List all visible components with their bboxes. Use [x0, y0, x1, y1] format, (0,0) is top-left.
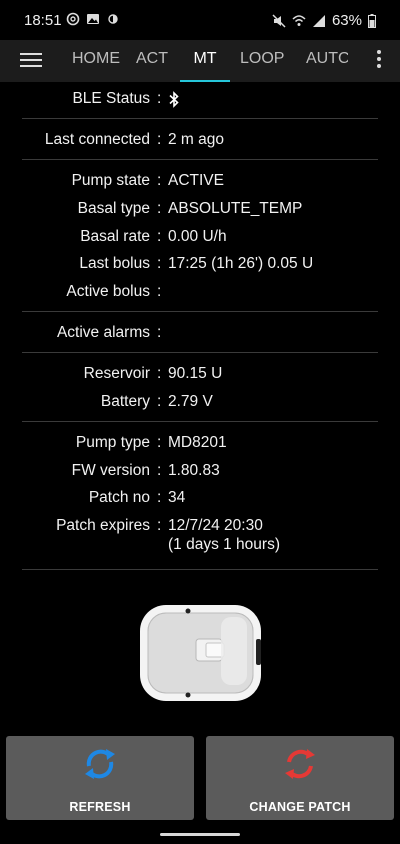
wifi-icon [292, 14, 306, 26]
overflow-menu-icon[interactable] [376, 50, 382, 72]
divider [22, 159, 378, 160]
row-basal-type: Basal type : ABSOLUTE_TEMP [77, 200, 303, 217]
app-bar: HOME ACT MT LOOP AUTC [0, 40, 400, 82]
row-pump-state: Pump state : ACTIVE [71, 172, 224, 189]
row-patch-no: Patch no : 34 [88, 489, 186, 506]
battery-icon [368, 13, 376, 28]
row-ble-status: BLE Status : [0, 90, 400, 116]
gesture-nav-handle[interactable] [160, 833, 240, 836]
row-active-alarms: Active alarms : [56, 324, 162, 341]
active-tab-indicator [180, 80, 230, 82]
change-patch-button[interactable]: CHANGE PATCH [206, 736, 394, 820]
status-bar: 18:51 63% [0, 0, 400, 40]
divider [22, 352, 378, 353]
divider [22, 569, 378, 570]
divider [22, 311, 378, 312]
row-patch-expires: Patch expires : 12/7/24 20:30 (1 days 1 … [56, 517, 280, 553]
refresh-icon [85, 749, 115, 779]
row-last-bolus: Last bolus : 17:25 (1h 26') 0.05 U [79, 255, 314, 272]
divider [22, 118, 378, 119]
threads-icon [66, 12, 80, 26]
battery-percent: 63% [331, 12, 362, 29]
tab-home[interactable]: HOME [64, 40, 128, 82]
hamburger-menu-icon[interactable] [20, 50, 42, 70]
signal-icon [312, 14, 325, 27]
image-icon [87, 14, 99, 24]
row-fw-version: FW version : 1.80.83 [71, 462, 220, 479]
divider [22, 421, 378, 422]
refresh-button[interactable]: REFRESH [6, 736, 194, 820]
row-battery: Battery : 2.79 V [100, 393, 213, 410]
bluetooth-icon [169, 91, 179, 108]
tab-mt[interactable]: MT [180, 40, 230, 82]
row-basal-rate: Basal rate : 0.00 U/h [80, 228, 227, 245]
patch-pump-image [140, 605, 261, 701]
tab-loop[interactable]: LOOP [240, 40, 284, 82]
tab-autc[interactable]: AUTC [306, 40, 348, 82]
contrast-icon [108, 14, 118, 24]
row-pump-type: Pump type : MD8201 [75, 434, 227, 451]
tab-act[interactable]: ACT [132, 40, 172, 82]
status-time: 18:51 [24, 12, 62, 29]
change-patch-icon [285, 749, 315, 779]
row-last-connected: Last connected : 2 m ago [44, 131, 225, 148]
tab-bar: HOME ACT MT LOOP AUTC [56, 40, 348, 82]
row-reservoir: Reservoir : 90.15 U [83, 365, 223, 382]
mute-icon [272, 13, 286, 28]
row-active-bolus: Active bolus : [66, 283, 162, 300]
